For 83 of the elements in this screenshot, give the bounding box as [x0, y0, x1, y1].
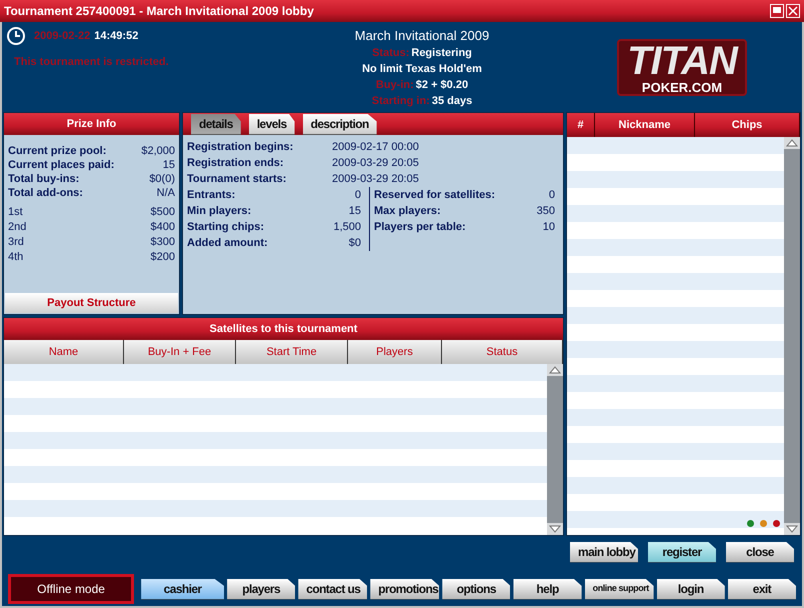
detail-value: 2009-03-29 20:05	[332, 156, 419, 171]
restricted-notice: This tournament is restricted.	[13, 55, 170, 70]
tab[interactable]: description	[302, 114, 377, 135]
column-header[interactable]: Buy-In + Fee	[124, 340, 236, 364]
detail-label: Tournament starts:	[187, 172, 288, 187]
panel-title: Prize Info	[66, 116, 116, 132]
detail-value: 350	[536, 204, 555, 219]
window-title: Tournament 257400091 - March Invitational 2009 lobby	[4, 3, 314, 20]
detail-label: Registration ends:	[187, 156, 285, 171]
time-text: 14:49:52	[94, 28, 138, 44]
place-prize: $400	[150, 220, 175, 234]
field-value: $2 + $0.20	[416, 78, 468, 94]
detail-value: 2009-03-29 20:05	[332, 172, 419, 187]
status-text: Offline mode	[37, 581, 105, 598]
summary-value: N/A	[156, 186, 175, 199]
logo: TITAN POKER.COM	[617, 38, 747, 96]
place-prize: $300	[150, 235, 175, 249]
scroll-bar[interactable]	[547, 364, 563, 535]
column-header[interactable]: Status	[442, 340, 563, 364]
summary-label: Total add-ons:	[8, 186, 83, 199]
nav-tab[interactable]: options	[442, 578, 510, 600]
detail-label: Added amount:	[187, 236, 268, 251]
detail-value: 15	[348, 204, 361, 219]
summary-label: Current prize pool:	[8, 144, 106, 157]
clock-icon	[6, 26, 26, 46]
action-button[interactable]: close	[726, 542, 794, 562]
summary-label: Total buy-ins:	[8, 172, 80, 185]
place-label: 1st	[8, 205, 23, 219]
place-label: 2nd	[8, 220, 26, 234]
detail-label: Min players:	[187, 204, 252, 219]
close-icon[interactable]	[786, 4, 800, 18]
detail-value: 1,500	[333, 220, 361, 235]
summary-value: $2,000	[141, 144, 175, 157]
nav-tab[interactable]: exit	[728, 578, 796, 600]
detail-label: Max players:	[374, 204, 441, 219]
detail-label: Players per table:	[374, 220, 466, 235]
tab[interactable]: levels	[248, 114, 295, 135]
column-header[interactable]: Players	[348, 340, 442, 364]
detail-label: Entrants:	[187, 188, 236, 203]
detail-label: Starting chips:	[187, 220, 264, 235]
table-row[interactable]	[567, 511, 784, 528]
date-text: 2009-02-22	[34, 28, 90, 44]
place-label: 4th	[8, 250, 24, 264]
detail-value: 10	[542, 220, 555, 235]
field-value: Registering	[411, 46, 472, 62]
detail-value: $0	[348, 236, 361, 251]
nav-tab[interactable]: login	[656, 578, 725, 600]
detail-value: 0	[548, 188, 555, 203]
scroll-down-icon[interactable]	[547, 523, 563, 535]
payout-structure-button[interactable]: Payout Structure	[5, 293, 178, 313]
detail-value: 0	[354, 188, 361, 203]
field-label: Starting in:	[372, 94, 430, 110]
field-value: 35 days	[432, 94, 472, 110]
field-label: Status:	[372, 46, 410, 62]
minimize-icon[interactable]	[770, 4, 784, 18]
tab[interactable]: details	[191, 114, 241, 135]
scroll-down-icon[interactable]	[784, 523, 800, 535]
field-value: No limit Texas Hold'em	[362, 62, 482, 78]
nav-tab[interactable]: players	[227, 578, 296, 600]
field-label: Buy-in:	[376, 78, 414, 94]
scroll-up-icon[interactable]	[547, 364, 563, 376]
detail-label: Reserved for satellites:	[374, 188, 496, 203]
nav-tab[interactable]: promotions	[370, 578, 440, 600]
place-label: 3rd	[8, 235, 24, 249]
scroll-bar[interactable]	[784, 137, 800, 535]
scroll-up-icon[interactable]	[784, 137, 800, 149]
place-prize: $200	[150, 250, 175, 264]
detail-value: 2009-02-17 00:00	[332, 140, 419, 155]
nav-tab[interactable]: online support	[584, 578, 654, 600]
summary-label: Current places paid:	[8, 158, 114, 171]
action-button[interactable]: main lobby	[570, 542, 638, 562]
summary-value: $0(0)	[149, 172, 175, 185]
action-button[interactable]: register	[648, 542, 716, 562]
nav-tab[interactable]: cashier	[141, 578, 224, 600]
summary-value: 15	[162, 158, 175, 171]
nav-tab[interactable]: help	[513, 578, 582, 600]
nav-tab[interactable]: contact us	[298, 578, 368, 600]
place-prize: $500	[150, 205, 175, 219]
column-header[interactable]: Name	[4, 340, 124, 364]
column-header[interactable]: Start Time	[236, 340, 348, 364]
detail-label: Registration begins:	[187, 140, 294, 155]
panel-title: Satellites to this tournament	[210, 322, 358, 337]
tournament-name: March Invitational 2009	[354, 27, 490, 45]
